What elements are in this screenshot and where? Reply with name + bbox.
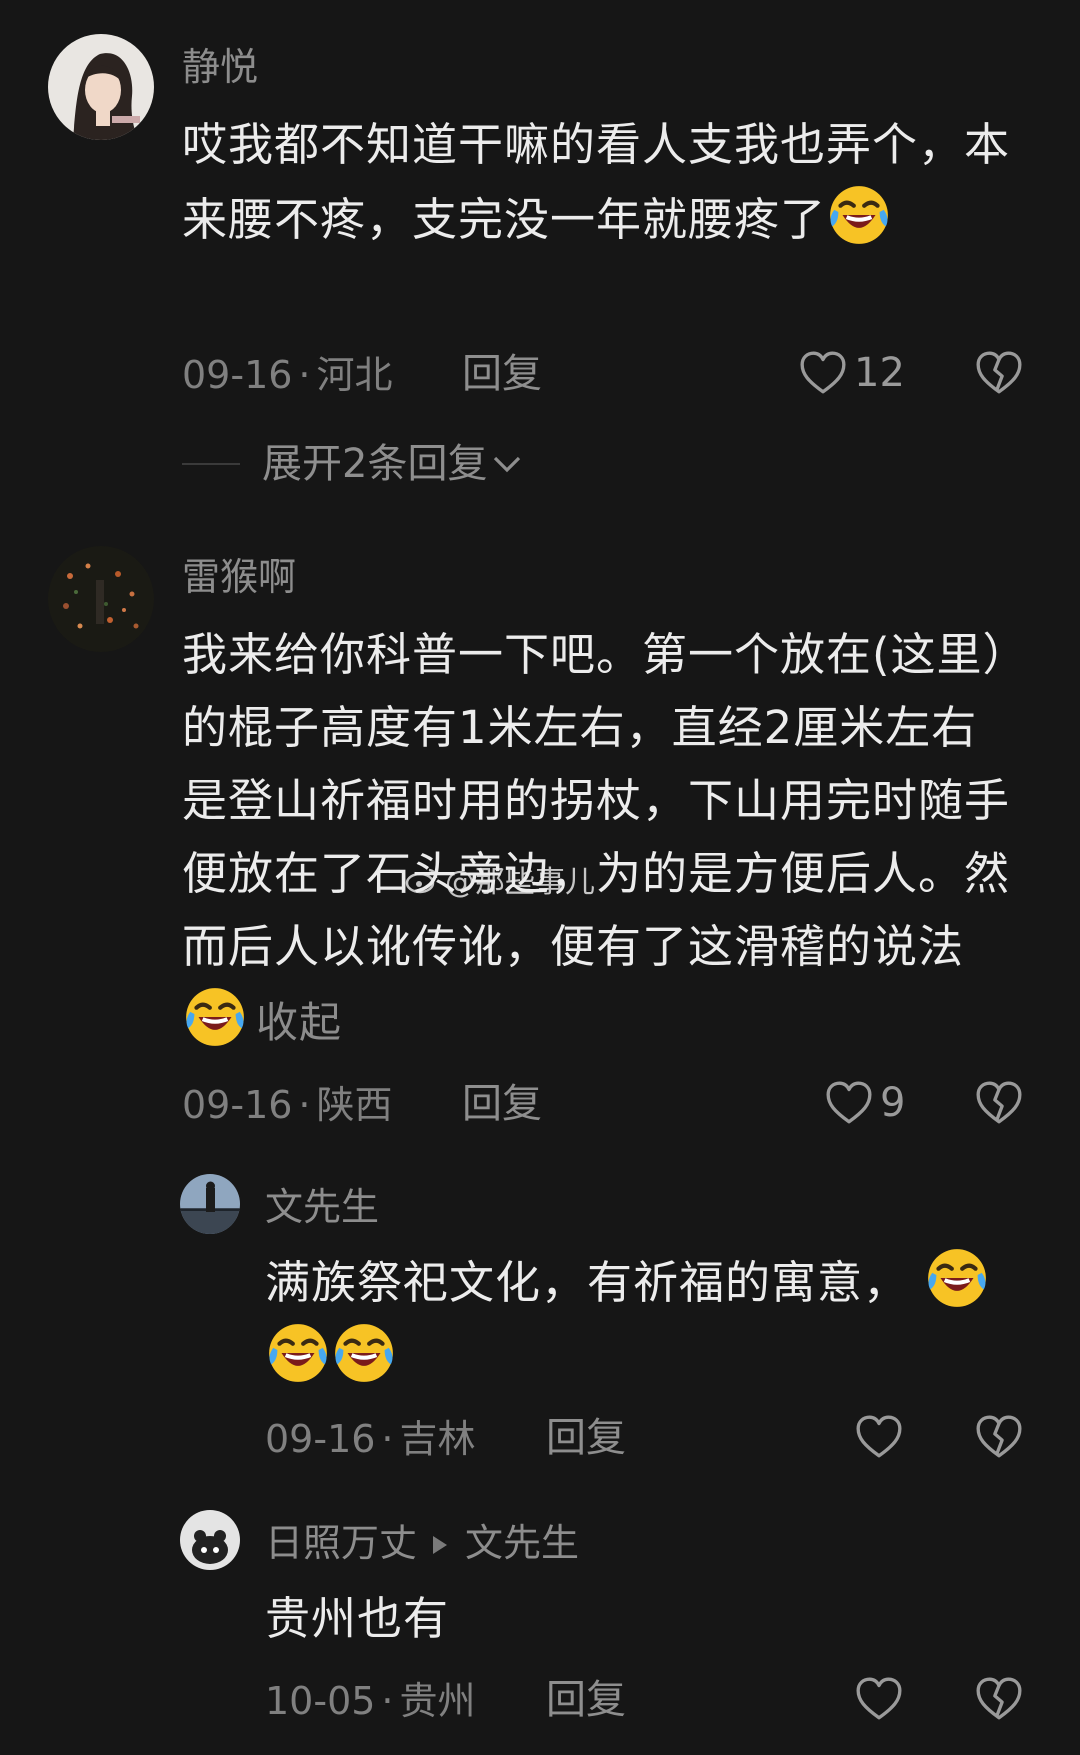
comment-meta: 09-16 · 河北 [182, 356, 393, 394]
reply-button[interactable]: 回复 [462, 354, 542, 394]
meta-separator: · [381, 1417, 394, 1461]
comment-date: 09-16 [182, 353, 293, 397]
broken-heart-icon [974, 1676, 1024, 1722]
expand-replies-label: 展开2条回复 [262, 441, 488, 487]
chevron-down-icon [491, 445, 523, 483]
like-button[interactable] [854, 1414, 904, 1460]
avatar[interactable] [180, 1510, 240, 1570]
reply-text: 满族祭祀文化，有祈福的寓意， [265, 1244, 1025, 1394]
comment-meta: 09-16 · 陕西 [182, 1086, 393, 1124]
broken-heart-icon [974, 1080, 1024, 1126]
watermark: @那些事儿 [405, 866, 595, 900]
meta-separator: · [298, 1083, 311, 1127]
like-button[interactable]: 9 [824, 1080, 905, 1126]
crying-laughing-emoji-icon [182, 983, 248, 1049]
meta-separator: · [381, 1679, 394, 1723]
dislike-button[interactable] [974, 350, 1024, 396]
dislike-button[interactable] [974, 1676, 1024, 1722]
dislike-button[interactable] [974, 1414, 1024, 1460]
reply-meta: 09-16 · 吉林 [265, 1420, 476, 1458]
comment-text: 哎我都不知道干嘛的看人支我也弄个，本来腰不疼，支完没一年就腰疼了 [182, 108, 1017, 256]
username[interactable]: 静悦 [182, 48, 258, 86]
reply-button[interactable]: 回复 [462, 1084, 542, 1124]
reply-button[interactable]: 回复 [546, 1418, 626, 1458]
avatar[interactable] [48, 546, 154, 652]
reply-to-username[interactable]: 文先生 [465, 1524, 579, 1562]
reply-location: 贵州 [399, 1679, 476, 1723]
username[interactable]: 雷猴啊 [182, 558, 296, 596]
comment-location: 陕西 [316, 1083, 393, 1127]
weibo-logo-icon [405, 866, 439, 900]
broken-heart-icon [974, 350, 1024, 396]
comment-location: 河北 [316, 353, 393, 397]
reply-text-content: 贵州也有 [265, 1592, 450, 1645]
like-button[interactable]: 12 [798, 350, 905, 396]
reply-text-content: 满族祭祀文化，有祈福的寓意， [265, 1256, 910, 1309]
reply-date: 10-05 [265, 1679, 376, 1723]
username[interactable]: 日照万丈 [265, 1524, 417, 1562]
divider [182, 463, 240, 465]
expand-replies-button[interactable]: 展开2条回复 [182, 444, 523, 484]
like-button[interactable] [854, 1676, 904, 1722]
heart-outline-icon [854, 1676, 904, 1722]
crying-laughing-emoji-icon [924, 1244, 990, 1310]
avatar[interactable] [180, 1174, 240, 1234]
collapse-link[interactable]: 收起 [256, 998, 342, 1047]
like-count: 9 [880, 1080, 906, 1126]
heart-outline-icon [798, 350, 848, 396]
meta-separator: · [298, 353, 311, 397]
dislike-button[interactable] [974, 1080, 1024, 1126]
broken-heart-icon [974, 1414, 1024, 1460]
crying-laughing-emoji-icon [826, 181, 892, 247]
reply-header: 日照万丈 文先生 [265, 1524, 579, 1562]
crying-laughing-emoji-icon [331, 1319, 397, 1385]
comment-date: 09-16 [182, 1083, 293, 1127]
reply-date: 09-16 [265, 1417, 376, 1461]
reply-text: 贵州也有 [265, 1582, 1025, 1655]
like-count: 12 [854, 350, 905, 396]
triangle-right-icon [431, 1524, 449, 1562]
reply-button[interactable]: 回复 [546, 1680, 626, 1720]
crying-laughing-emoji-icon [265, 1319, 331, 1385]
heart-outline-icon [824, 1080, 874, 1126]
comment-text: 我来给你科普一下吧。第一个放在(这里）的棍子高度有1米左右，直经2厘米左右是登山… [182, 618, 1017, 1059]
reply-location: 吉林 [399, 1417, 476, 1461]
watermark-text: @那些事儿 [445, 865, 595, 900]
comment-text-content: 我来给你科普一下吧。第一个放在(这里）的棍子高度有1米左右，直经2厘米左右是登山… [182, 628, 1011, 973]
username[interactable]: 文先生 [265, 1188, 379, 1226]
reply-meta: 10-05 · 贵州 [265, 1682, 476, 1720]
heart-outline-icon [854, 1414, 904, 1460]
avatar[interactable] [48, 34, 154, 140]
